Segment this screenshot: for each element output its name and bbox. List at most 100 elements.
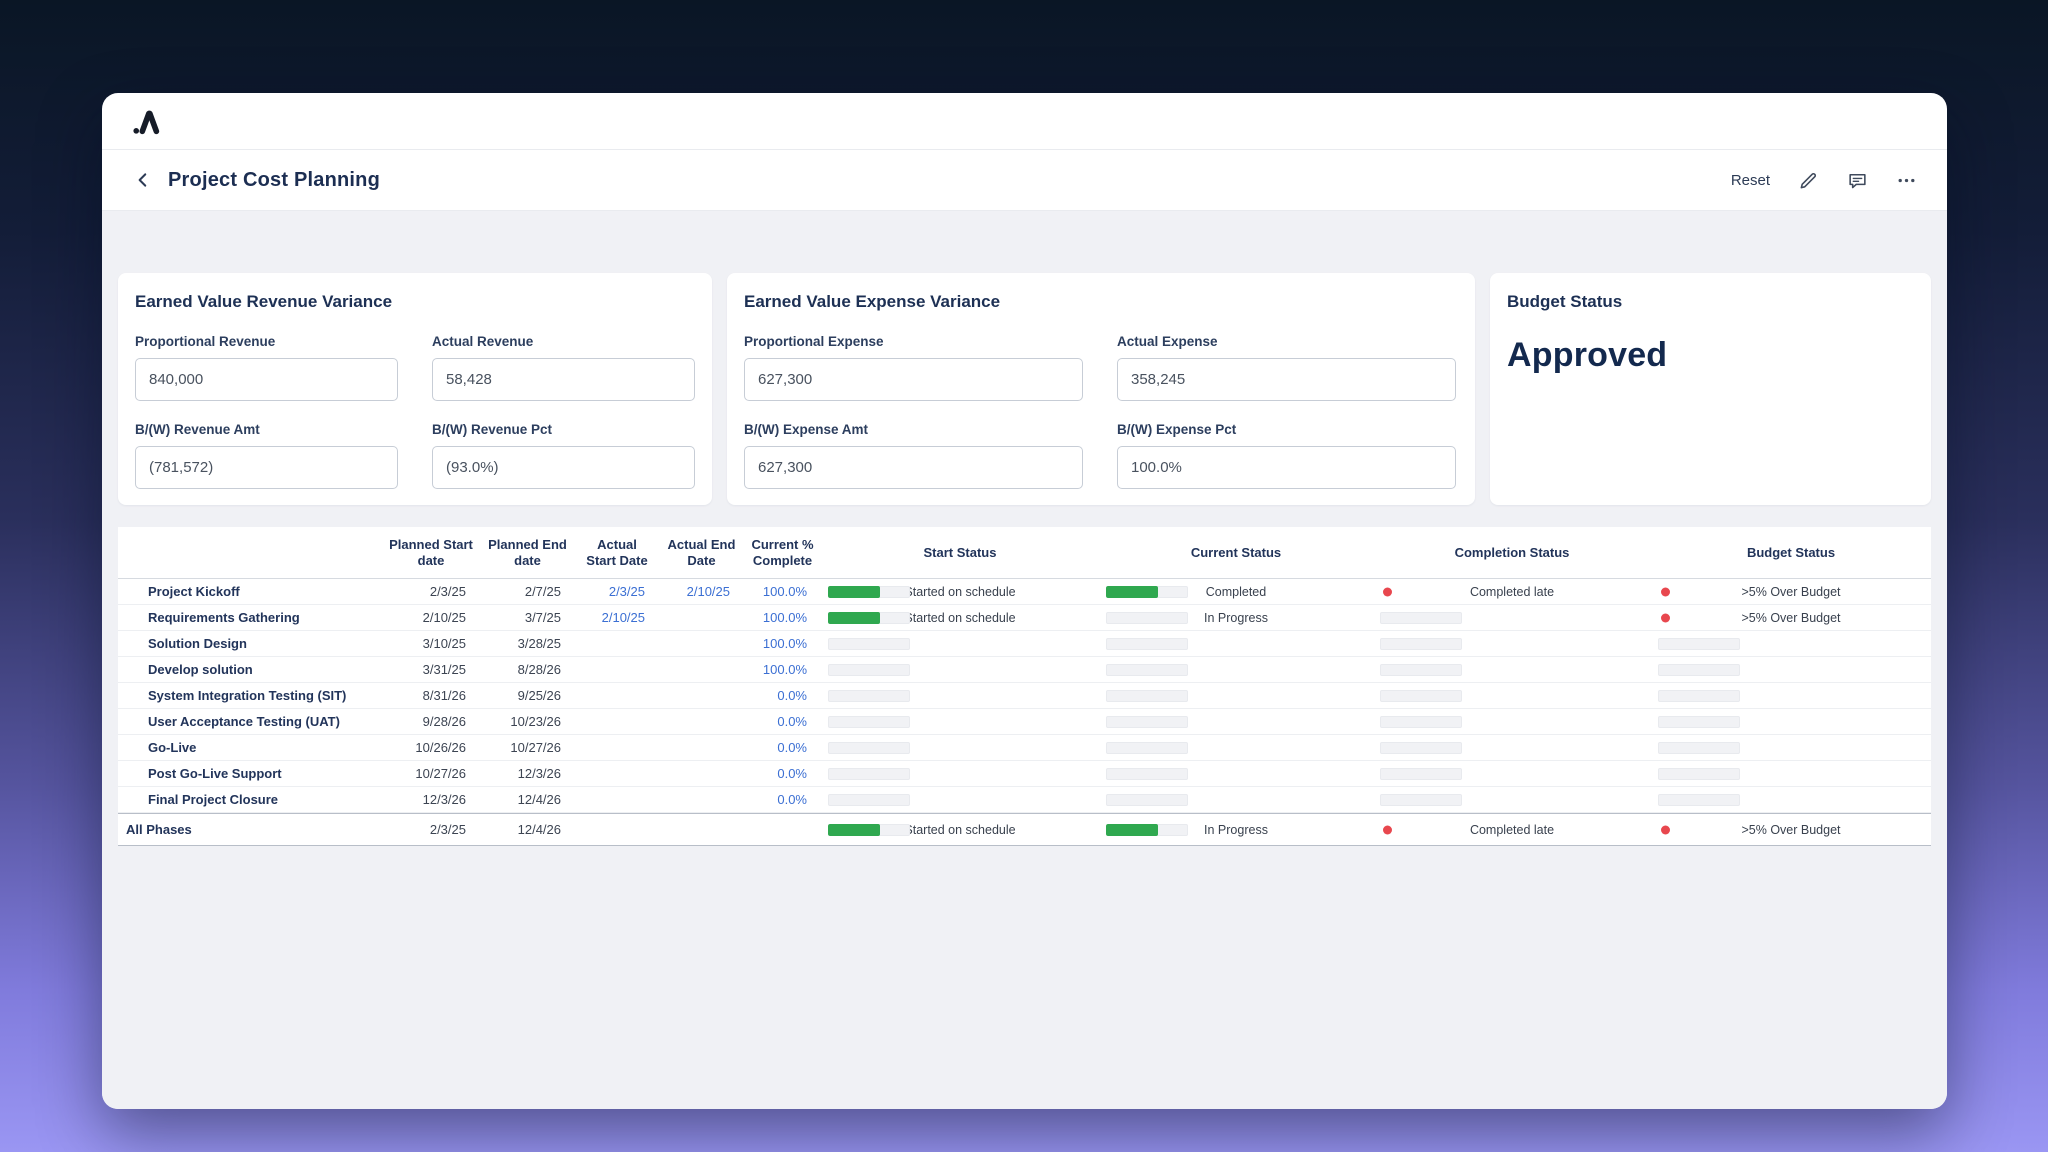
actual-end-cell[interactable]	[659, 735, 744, 760]
actual-end-cell[interactable]	[659, 709, 744, 734]
planned-end-cell[interactable]: 12/4/26	[480, 814, 575, 845]
budget-status-cell[interactable]: >5% Over Budget	[1651, 605, 1931, 630]
planned-start-cell[interactable]: 9/28/26	[382, 709, 480, 734]
planned-end-cell[interactable]: 12/4/26	[480, 787, 575, 812]
planned-end-cell[interactable]: 12/3/26	[480, 761, 575, 786]
start-status-cell[interactable]	[821, 709, 1099, 734]
current-status-cell[interactable]	[1099, 787, 1373, 812]
completion-status-cell[interactable]: Completed late	[1373, 579, 1651, 604]
budget-status-cell[interactable]	[1651, 657, 1931, 682]
start-status-cell[interactable]	[821, 735, 1099, 760]
reset-button[interactable]: Reset	[1731, 172, 1770, 189]
current-status-cell[interactable]: Completed	[1099, 579, 1373, 604]
completion-status-cell[interactable]	[1373, 709, 1651, 734]
phase-name-cell[interactable]: Go-Live	[118, 735, 382, 760]
budget-status-cell[interactable]	[1651, 735, 1931, 760]
percent-complete-cell[interactable]: 0.0%	[744, 683, 821, 708]
percent-complete-cell[interactable]: 100.0%	[744, 579, 821, 604]
planned-start-cell[interactable]: 3/31/25	[382, 657, 480, 682]
actual-start-cell[interactable]	[575, 735, 659, 760]
start-status-cell[interactable]	[821, 631, 1099, 656]
actual-end-cell[interactable]	[659, 631, 744, 656]
current-status-cell[interactable]	[1099, 735, 1373, 760]
column-header-actual-start[interactable]: Actual Start Date	[575, 527, 659, 578]
completion-status-cell[interactable]	[1373, 605, 1651, 630]
planned-start-cell[interactable]: 10/27/26	[382, 761, 480, 786]
actual-start-cell[interactable]	[575, 761, 659, 786]
budget-status-cell[interactable]	[1651, 631, 1931, 656]
percent-complete-cell[interactable]: 100.0%	[744, 657, 821, 682]
start-status-cell[interactable]: Started on schedule	[821, 605, 1099, 630]
column-header-budget-status[interactable]: Budget Status	[1651, 527, 1931, 578]
bw-expense-pct-input[interactable]	[1117, 446, 1456, 489]
percent-complete-cell[interactable]	[744, 814, 821, 845]
start-status-cell[interactable]: Started on schedule	[821, 814, 1099, 845]
actual-start-cell[interactable]: 2/10/25	[575, 605, 659, 630]
actual-expense-input[interactable]	[1117, 358, 1456, 401]
actual-start-cell[interactable]	[575, 683, 659, 708]
planned-end-cell[interactable]: 3/7/25	[480, 605, 575, 630]
planned-start-cell[interactable]: 8/31/26	[382, 683, 480, 708]
phase-name-cell[interactable]: Develop solution	[118, 657, 382, 682]
completion-status-cell[interactable]	[1373, 657, 1651, 682]
planned-end-cell[interactable]: 2/7/25	[480, 579, 575, 604]
actual-start-cell[interactable]	[575, 787, 659, 812]
phase-name-cell[interactable]: Final Project Closure	[118, 787, 382, 812]
actual-start-cell[interactable]	[575, 631, 659, 656]
percent-complete-cell[interactable]: 100.0%	[744, 605, 821, 630]
actual-start-cell[interactable]	[575, 709, 659, 734]
phase-name-cell[interactable]: System Integration Testing (SIT)	[118, 683, 382, 708]
budget-status-cell[interactable]	[1651, 709, 1931, 734]
actual-end-cell[interactable]	[659, 787, 744, 812]
column-header-completion-status[interactable]: Completion Status	[1373, 527, 1651, 578]
planned-start-cell[interactable]: 10/26/26	[382, 735, 480, 760]
start-status-cell[interactable]	[821, 761, 1099, 786]
current-status-cell[interactable]: In Progress	[1099, 605, 1373, 630]
phase-name-cell[interactable]: All Phases	[118, 814, 382, 845]
actual-revenue-input[interactable]	[432, 358, 695, 401]
planned-start-cell[interactable]: 2/3/25	[382, 579, 480, 604]
percent-complete-cell[interactable]: 0.0%	[744, 787, 821, 812]
proportional-expense-input[interactable]	[744, 358, 1083, 401]
column-header-pct-complete[interactable]: Current % Complete	[744, 527, 821, 578]
actual-end-cell[interactable]	[659, 683, 744, 708]
bw-revenue-amt-input[interactable]	[135, 446, 398, 489]
start-status-cell[interactable]	[821, 657, 1099, 682]
current-status-cell[interactable]	[1099, 709, 1373, 734]
planned-start-cell[interactable]: 3/10/25	[382, 631, 480, 656]
completion-status-cell[interactable]	[1373, 631, 1651, 656]
more-options-button[interactable]	[1896, 170, 1917, 191]
completion-status-cell[interactable]	[1373, 761, 1651, 786]
phase-name-cell[interactable]: Post Go-Live Support	[118, 761, 382, 786]
actual-start-cell[interactable]: 2/3/25	[575, 579, 659, 604]
budget-status-cell[interactable]	[1651, 761, 1931, 786]
actual-end-cell[interactable]	[659, 657, 744, 682]
current-status-cell[interactable]: In Progress	[1099, 814, 1373, 845]
actual-start-cell[interactable]	[575, 814, 659, 845]
start-status-cell[interactable]: Started on schedule	[821, 579, 1099, 604]
phase-name-cell[interactable]: User Acceptance Testing (UAT)	[118, 709, 382, 734]
start-status-cell[interactable]	[821, 787, 1099, 812]
phase-name-cell[interactable]: Solution Design	[118, 631, 382, 656]
current-status-cell[interactable]	[1099, 761, 1373, 786]
column-header-planned-start[interactable]: Planned Start date	[382, 527, 480, 578]
planned-start-cell[interactable]: 2/10/25	[382, 605, 480, 630]
percent-complete-cell[interactable]: 0.0%	[744, 761, 821, 786]
budget-status-cell[interactable]	[1651, 683, 1931, 708]
phase-name-cell[interactable]: Project Kickoff	[118, 579, 382, 604]
completion-status-cell[interactable]: Completed late	[1373, 814, 1651, 845]
actual-start-cell[interactable]	[575, 657, 659, 682]
budget-status-cell[interactable]: >5% Over Budget	[1651, 579, 1931, 604]
bw-expense-amt-input[interactable]	[744, 446, 1083, 489]
column-header-planned-end[interactable]: Planned End date	[480, 527, 575, 578]
proportional-revenue-input[interactable]	[135, 358, 398, 401]
budget-status-cell[interactable]: >5% Over Budget	[1651, 814, 1931, 845]
percent-complete-cell[interactable]: 0.0%	[744, 709, 821, 734]
completion-status-cell[interactable]	[1373, 735, 1651, 760]
planned-end-cell[interactable]: 3/28/25	[480, 631, 575, 656]
planned-end-cell[interactable]: 10/27/26	[480, 735, 575, 760]
planned-start-cell[interactable]: 2/3/25	[382, 814, 480, 845]
edit-button[interactable]	[1798, 170, 1819, 191]
completion-status-cell[interactable]	[1373, 787, 1651, 812]
column-header-actual-end[interactable]: Actual End Date	[659, 527, 744, 578]
